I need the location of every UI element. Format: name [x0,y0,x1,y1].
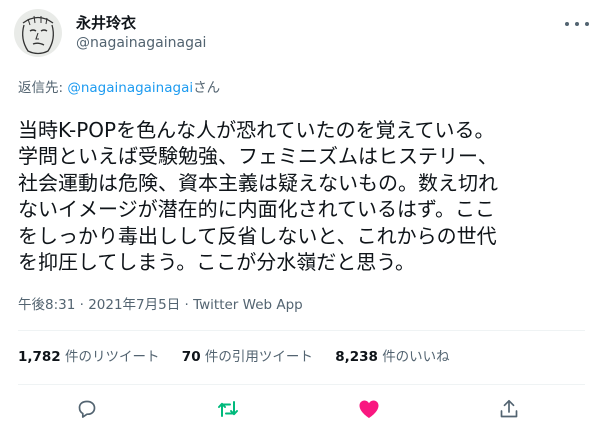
reply-icon[interactable] [75,397,99,421]
tweet-card: 永井玲衣 @nagainagainagai 返信先: @nagainagaina… [0,0,603,434]
like-count-link[interactable]: 8,238 件のいいね [335,348,450,366]
more-icon[interactable] [565,14,589,34]
timestamp[interactable]: 午後8:31 · 2021年7月5日 · Twitter Web App [18,296,303,314]
share-icon[interactable] [497,397,521,421]
tweet-line: ないイメージが潜在的に内面化されているはず。ここ [18,197,495,222]
avatar-drawing-icon [22,15,54,55]
author-handle[interactable]: @nagainagainagai [76,34,206,52]
reply-target-link[interactable]: @nagainagainagai [67,80,193,96]
tweet-line: を抑圧してしまう。ここが分水嶺だと思う。 [18,250,415,275]
engagement-stats: 1,782 件のリツイート 70 件の引用ツイート 8,238 件のいいね [18,348,468,366]
quote-count: 70 [181,349,201,365]
avatar[interactable] [14,9,62,57]
reply-to-line: 返信先: @nagainagainagaiさん [18,79,220,97]
tweet-line: 学問といえば受験勉強、フェミニズムはヒステリー、 [18,144,498,169]
divider [18,384,585,385]
author-name[interactable]: 永井玲衣 [76,13,136,33]
action-bar [0,393,603,425]
reply-suffix: さん [193,80,221,96]
reply-prefix: 返信先: [18,80,68,96]
retweet-count-link[interactable]: 1,782 件のリツイート [18,348,160,366]
tweet-line: 社会運動は危険、資本主義は疑えないもの。数え切れ [18,170,498,195]
like-count: 8,238 [335,349,378,365]
tweet-text: 当時K-POPを色んな人が恐れていたのを覚えている。 学問といえば受験勉強、フェ… [18,117,588,275]
retweet-icon[interactable] [216,397,240,421]
tweet-line: 当時K-POPを色んな人が恐れていたのを覚えている。 [18,118,495,142]
quote-count-label: 件の引用ツイート [204,349,313,365]
divider [18,330,585,331]
retweet-count-label: 件のリツイート [65,349,160,365]
tweet-line: をしっかり毒出しして反省しないと、これからの世代 [18,223,497,248]
like-count-label: 件のいいね [382,349,450,365]
retweet-count: 1,782 [18,349,61,365]
heart-icon[interactable] [357,397,381,421]
quote-count-link[interactable]: 70 件の引用ツイート [182,348,313,366]
